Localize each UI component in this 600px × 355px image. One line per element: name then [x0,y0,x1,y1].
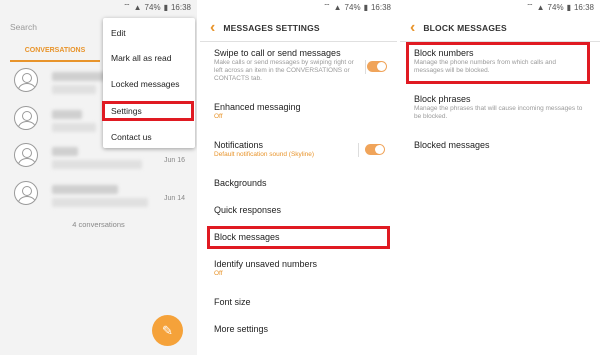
setting-summary: Default notification sound (Skyline) [214,151,315,158]
setting-more-settings[interactable]: More settings [214,324,387,334]
highlight-settings [102,101,194,121]
menu-item-mark-all-read[interactable]: Mark all as read [111,53,171,63]
battery-icon: ▮ [566,2,571,12]
setting-title: Swipe to call or send messages [214,48,341,58]
menu-item-edit[interactable]: Edit [111,28,126,38]
messages-settings-panel: ⌔ ▲ 74% ▮ 16:38 ‹ MESSAGES SETTINGS Swip… [200,0,397,355]
block-phrases-item[interactable]: Block phrases Manage the phrases that wi… [414,94,590,121]
conversation-date: Jun 14 [164,195,186,202]
page-title: BLOCK MESSAGES [423,22,507,33]
blurred-preview [52,198,148,207]
conversations-panel: ⌔ ▲ 74% ▮ 16:38 Search CONVERSATIONS Jun… [0,0,197,355]
setting-summary: Make calls or send messages by swiping r… [214,59,354,82]
block-messages-panel: ⌔ ▲ 74% ▮ 16:38 ‹ BLOCK MESSAGES Block n… [400,0,600,355]
conversation-item[interactable] [14,68,38,92]
battery-icon: ▮ [163,2,168,12]
setting-backgrounds[interactable]: Backgrounds [214,178,387,188]
highlight-block-messages [207,226,390,249]
setting-enhanced-messaging[interactable]: Enhanced messaging Off [214,102,387,121]
battery-percent: 74% [144,2,161,12]
setting-title: Notifications [214,140,264,150]
tab-conversations[interactable]: CONVERSATIONS [10,44,100,62]
conversation-count: 4 conversations [72,220,125,229]
status-bar: ⌔ ▲ 74% ▮ 16:38 [0,0,197,14]
blurred-contact [52,110,82,119]
avatar [14,68,38,92]
blurred-preview [52,160,142,169]
compose-icon: ✎ [162,322,173,338]
setting-title: Block phrases [414,94,471,104]
notifications-toggle[interactable] [365,144,385,155]
signal-icon: ▲ [536,2,545,12]
setting-identify-unsaved[interactable]: Identify unsaved numbers Off [214,259,387,278]
setting-title: Backgrounds [214,178,267,188]
menu-item-contact-us[interactable]: Contact us [111,132,152,142]
status-bar: ⌔ ▲ 74% ▮ 16:38 [200,0,397,14]
battery-percent: 74% [344,2,361,12]
setting-font-size[interactable]: Font size [214,297,387,307]
setting-title: Font size [214,297,251,307]
setting-summary: Off [214,113,223,120]
clock: 16:38 [170,2,191,12]
battery-percent: 74% [547,2,564,12]
menu-item-locked-messages[interactable]: Locked messages [111,79,180,89]
compose-button[interactable]: ✎ [152,315,183,346]
wifi-icon: ⌔ [526,2,534,11]
wifi-icon: ⌔ [323,2,331,11]
conversation-item[interactable] [14,181,38,205]
signal-icon: ▲ [133,2,142,12]
setting-title: Enhanced messaging [214,102,301,112]
blurred-preview [52,123,96,132]
setting-title: Quick responses [214,205,282,215]
blocked-messages-item[interactable]: Blocked messages [414,140,590,150]
overflow-menu: Edit Mark all as read Locked messages Se… [103,18,195,148]
blurred-preview [52,85,96,94]
header: ‹ MESSAGES SETTINGS [200,14,397,42]
blurred-contact [52,72,110,81]
highlight-block-numbers [406,42,590,84]
back-arrow-icon[interactable]: ‹ [410,19,415,37]
header: ‹ BLOCK MESSAGES [400,14,600,42]
setting-summary: Manage the phrases that will cause incom… [414,105,583,120]
clock: 16:38 [370,2,391,12]
blurred-contact [52,185,118,194]
setting-title: Blocked messages [414,140,490,150]
avatar [14,181,38,205]
setting-quick-responses[interactable]: Quick responses [214,205,387,215]
clock: 16:38 [573,2,594,12]
avatar [14,106,38,130]
setting-swipe[interactable]: Swipe to call or send messages Make call… [214,48,387,83]
search-field[interactable]: Search [10,18,90,36]
status-bar: ⌔ ▲ 74% ▮ 16:38 [400,0,600,14]
wifi-icon: ⌔ [123,2,131,11]
conversation-item[interactable] [14,106,38,130]
divider [365,60,366,74]
battery-icon: ▮ [363,2,368,12]
page-title: MESSAGES SETTINGS [223,22,320,33]
avatar [14,143,38,167]
setting-summary: Off [214,270,223,277]
setting-title: Identify unsaved numbers [214,259,318,269]
conversation-item[interactable] [14,143,38,167]
conversation-date: Jun 16 [164,157,186,164]
back-arrow-icon[interactable]: ‹ [210,19,215,37]
divider [358,143,359,157]
swipe-toggle[interactable] [367,61,387,72]
signal-icon: ▲ [333,2,342,12]
blurred-contact [52,147,78,156]
setting-notifications[interactable]: Notifications Default notification sound… [214,140,387,159]
setting-title: More settings [214,324,269,334]
